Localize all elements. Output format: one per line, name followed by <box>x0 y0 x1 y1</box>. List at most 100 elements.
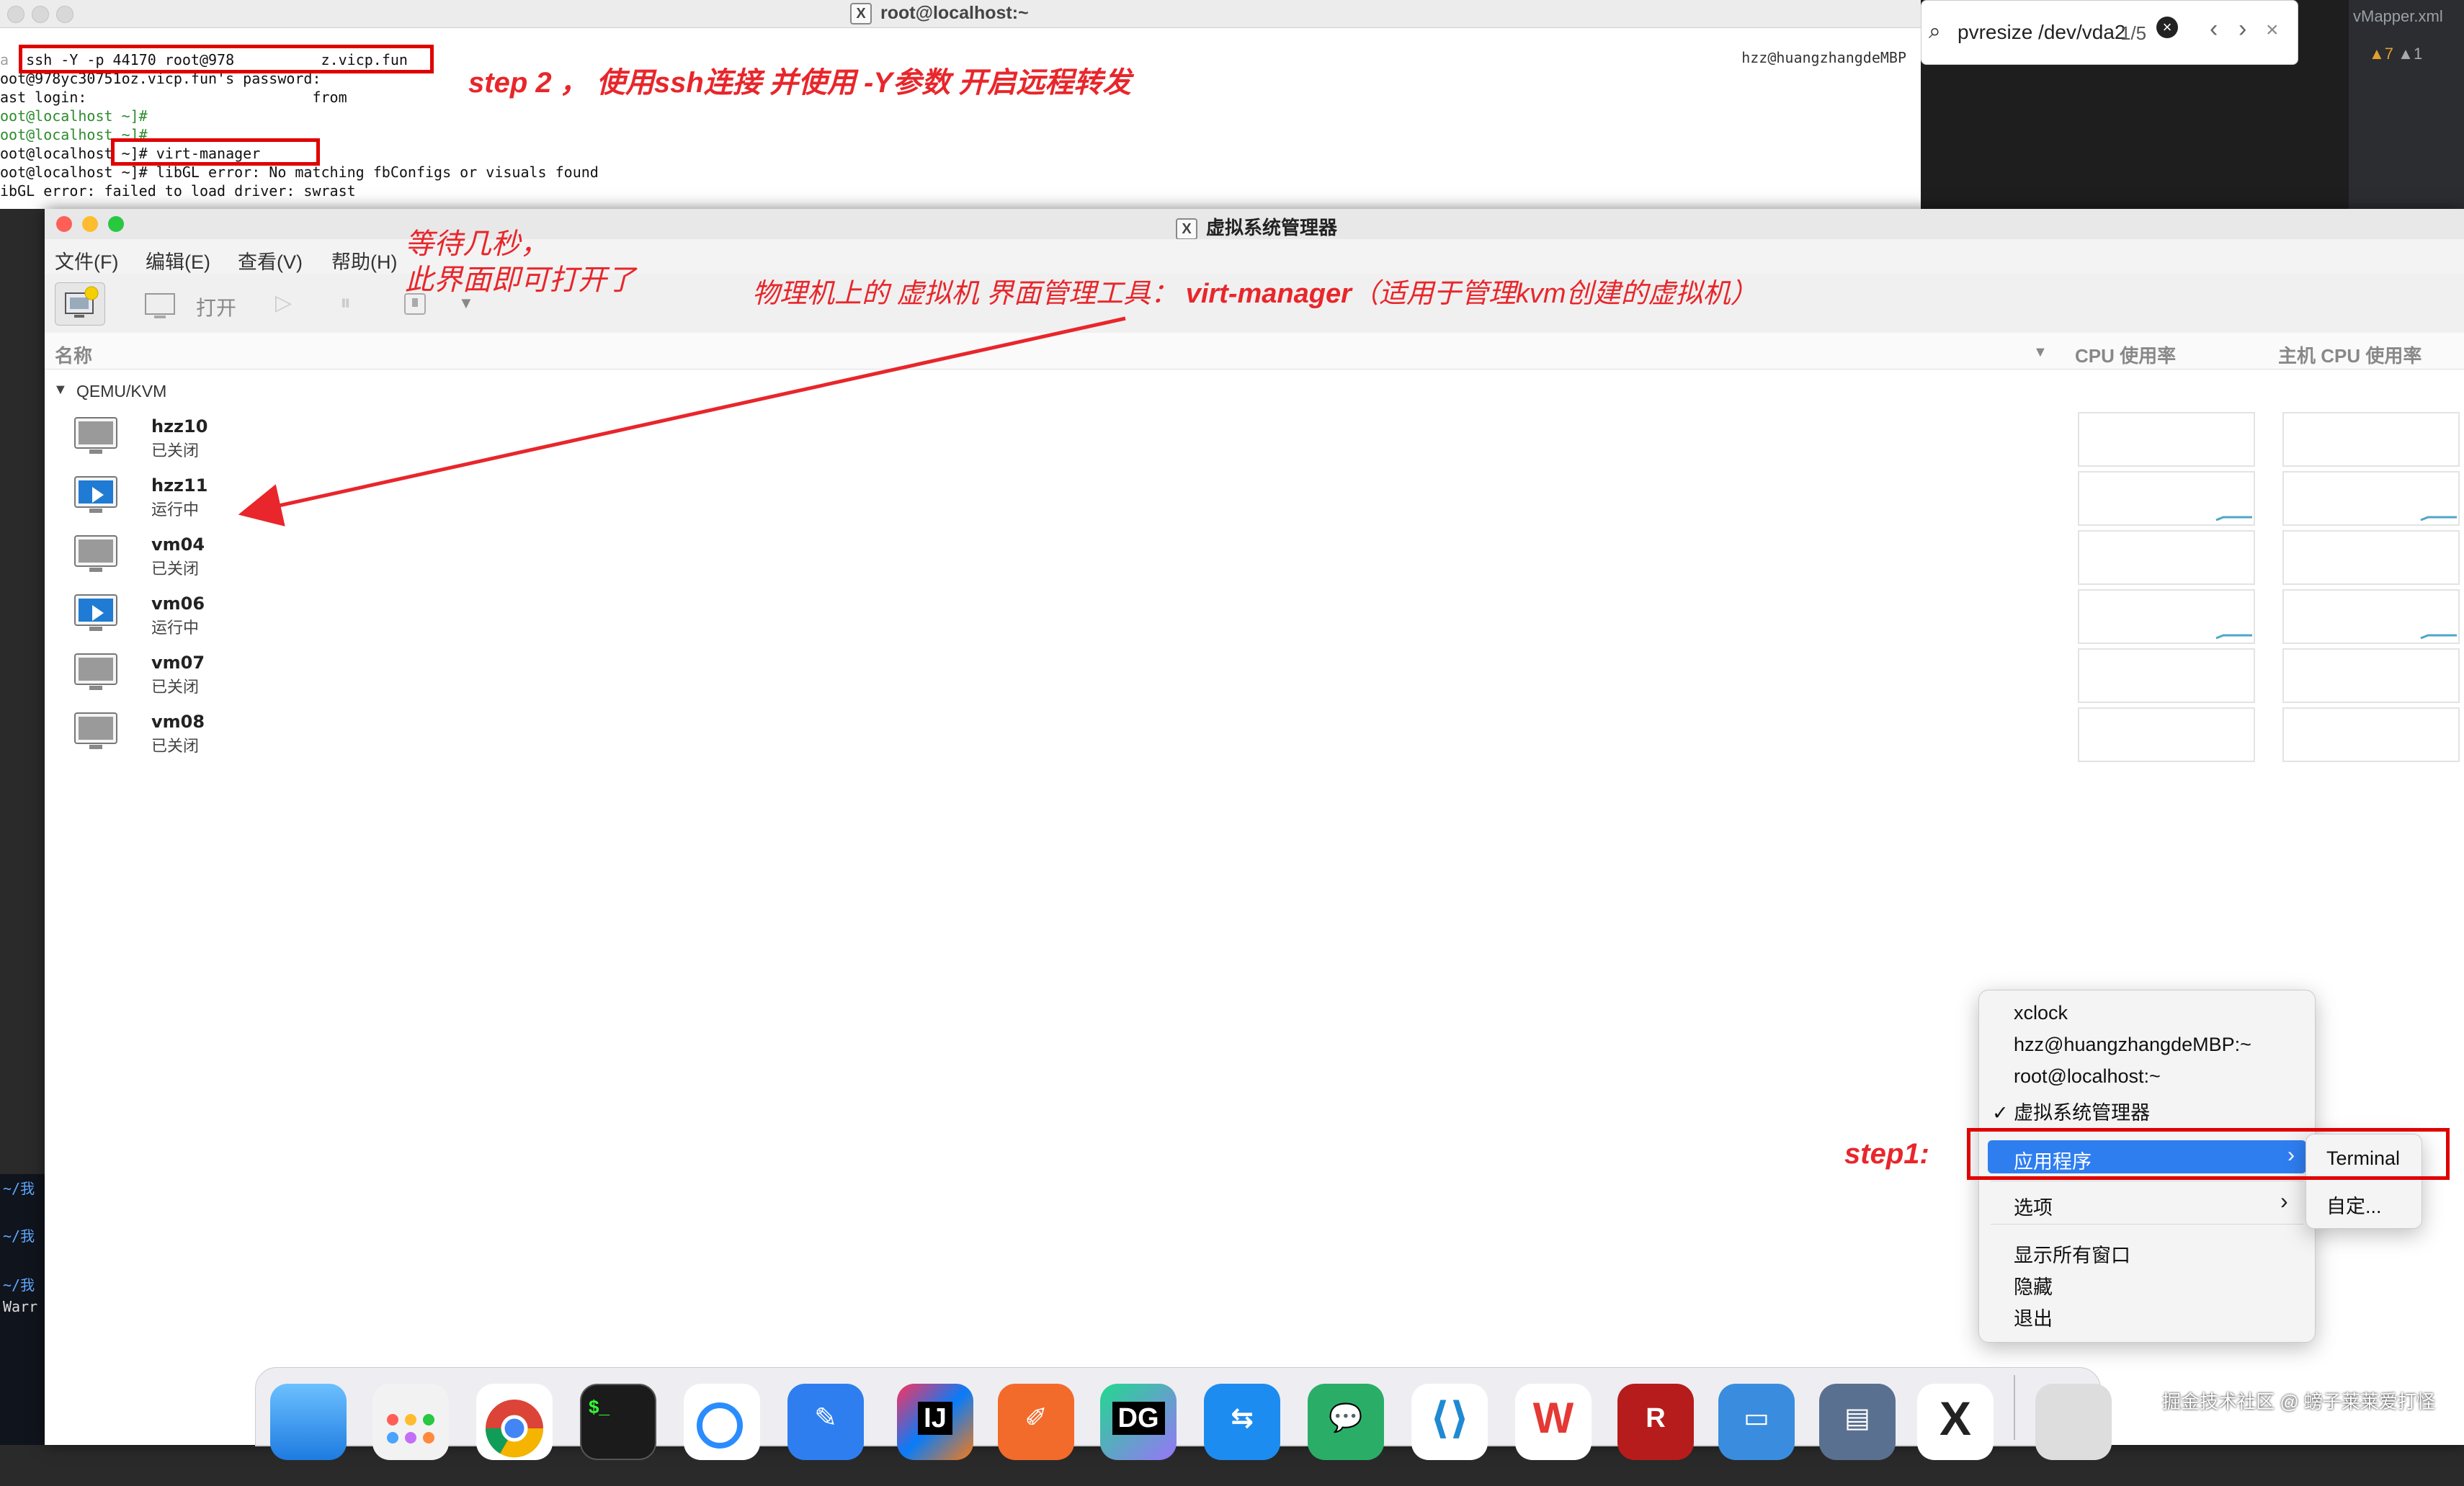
new-vm-button[interactable] <box>55 282 105 326</box>
search-icon: ⌕ <box>1929 19 1941 43</box>
menu-separator <box>1991 1224 2303 1225</box>
next-match-icon[interactable]: › <box>2238 15 2246 43</box>
menu-edit[interactable]: 编辑(E) <box>146 246 210 274</box>
datagrip-icon[interactable]: DG <box>1100 1384 1177 1460</box>
notes-app-icon[interactable]: ✎ <box>787 1384 864 1460</box>
terminal-app-icon[interactable]: $_ <box>580 1384 656 1460</box>
monitor-icon <box>145 293 175 318</box>
watermark: 掘金技术社区 @ 螃子莱莱爱打怪 <box>2162 1391 2435 1413</box>
find-bar[interactable]: ⌕ pvresize /dev/vda2 1/5 × ‹ › × <box>1921 0 2298 65</box>
host-cpu-usage-graph <box>2282 589 2460 644</box>
menu-help[interactable]: 帮助(H) <box>331 246 397 274</box>
vm-name: vm06 <box>151 594 205 614</box>
cpu-usage-graph <box>2078 471 2255 526</box>
document-icon[interactable] <box>2035 1384 2112 1460</box>
chrome-icon[interactable] <box>476 1384 553 1460</box>
xquartz-icon[interactable]: X <box>1917 1384 1994 1460</box>
vm-state: 运行中 <box>151 501 200 519</box>
redis-desktop-icon[interactable]: R <box>1617 1384 1694 1460</box>
vm-name: vm04 <box>151 534 205 555</box>
column-cpu[interactable]: CPU 使用率 <box>2075 341 2176 368</box>
cpu-usage-graph <box>2078 648 2255 703</box>
window-title: X 虚拟系统管理器 <box>1176 213 1337 241</box>
vm-running-icon <box>73 594 118 631</box>
screen-sharing-icon[interactable]: ▭ <box>1718 1384 1795 1460</box>
wait-annotation-line2: 此界面即可打开了 <box>405 264 635 296</box>
vm-name: hzz10 <box>151 416 208 437</box>
column-host-cpu[interactable]: 主机 CPU 使用率 <box>2278 341 2421 368</box>
launchpad-icon[interactable] <box>372 1384 449 1460</box>
editor-panel: vMapper.xml ▲7 ▲1 <box>2349 0 2464 209</box>
editor-tab[interactable]: vMapper.xml <box>2353 7 2443 26</box>
checkmark-icon: ✓ <box>1992 1102 2014 1124</box>
wps-icon[interactable]: W <box>1515 1384 1592 1460</box>
zoom-window-icon[interactable] <box>108 216 124 232</box>
column-name[interactable]: 名称 <box>55 341 92 368</box>
grid-icon <box>387 1414 434 1444</box>
cpu-usage-graph <box>2078 707 2255 762</box>
menu-item-customize[interactable]: 自定... <box>2326 1191 2382 1219</box>
vm-state: 运行中 <box>151 619 200 637</box>
postman-icon[interactable]: ✐ <box>998 1384 1074 1460</box>
chat-bubble-icon <box>697 1402 743 1449</box>
x11-icon: X <box>850 3 872 25</box>
menu-item-terminal-window[interactable]: hzz@huangzhangdeMBP:~ <box>2014 1034 2251 1056</box>
close-window-icon[interactable] <box>56 216 72 232</box>
vm-state: 已关闭 <box>151 560 200 578</box>
menu-file[interactable]: 文件(F) <box>55 246 118 274</box>
connection-label[interactable]: QEMU/KVM <box>76 382 166 401</box>
intellij-icon[interactable]: IJ <box>897 1384 973 1460</box>
transfer-app-icon[interactable]: ⇆ <box>1204 1384 1280 1460</box>
vm-name: vm07 <box>151 653 205 673</box>
column-header: 名称 ▼ CPU 使用率 主机 CPU 使用率 <box>45 333 2464 370</box>
storage-app-icon[interactable]: ▤ <box>1819 1384 1896 1460</box>
menu-item-show-all[interactable]: 显示所有窗口 <box>2014 1240 2130 1268</box>
zoom-dot-icon[interactable] <box>56 6 73 23</box>
cpu-usage-graph <box>2078 412 2255 467</box>
finder-icon[interactable] <box>270 1384 347 1460</box>
host-cpu-usage-graph <box>2282 530 2460 585</box>
previous-match-icon[interactable]: ‹ <box>2210 15 2218 43</box>
step2-annotation: step 2 ， 使用ssh连接 并使用 -Y参数 开启远程转发 <box>468 67 1132 99</box>
vscode-icon[interactable]: ⟨⟩ <box>1411 1384 1488 1460</box>
menu-item-root-window[interactable]: root@localhost:~ <box>2014 1065 2161 1088</box>
close-icon[interactable]: × <box>2266 18 2279 42</box>
expander-icon[interactable]: ▼ <box>53 382 68 398</box>
x11-icon: X <box>1176 218 1197 241</box>
host-cpu-usage-graph <box>2282 707 2460 762</box>
strip-line: ~/我 <box>3 1180 35 1197</box>
applications-highlight <box>1967 1128 2450 1180</box>
vm-stopped-icon <box>73 416 118 454</box>
cpu-usage-graph <box>2078 589 2255 644</box>
wechat-icon[interactable]: 💬 <box>1308 1384 1384 1460</box>
vm-stopped-icon <box>73 534 118 572</box>
find-input[interactable]: pvresize /dev/vda2 <box>1958 21 2125 44</box>
minimize-window-icon[interactable] <box>82 216 98 232</box>
sort-chevron-icon[interactable]: ▼ <box>2033 344 2048 361</box>
terminal-window: Xroot@localhost:~ a ssh -Y -p 44170 root… <box>0 0 1921 209</box>
pause-icon[interactable]: ⏸ <box>340 282 369 324</box>
vm-running-icon <box>73 475 118 513</box>
chrome-logo-icon <box>485 1400 544 1458</box>
vm-name: hzz11 <box>151 475 208 496</box>
warning-badge[interactable]: ▲7 ▲1 <box>2369 45 2422 63</box>
menu-item-virt-manager[interactable]: ✓ 虚拟系统管理器 <box>1992 1097 2150 1125</box>
minimize-dot-icon[interactable] <box>32 6 49 23</box>
vm-name: vm08 <box>151 712 205 732</box>
menu-item-xclock[interactable]: xclock <box>2014 1002 2068 1024</box>
step1-annotation: step1: <box>1844 1138 1929 1170</box>
terminal-line: oot@localhost ~]# <box>0 107 148 125</box>
close-dot-icon[interactable] <box>7 6 24 23</box>
run-icon[interactable]: ▷ <box>275 282 304 324</box>
menu-item-hide[interactable]: 隐藏 <box>2014 1271 2053 1299</box>
menu-item-options[interactable]: 选项 <box>2014 1192 2053 1220</box>
datagrip-label: DG <box>1112 1402 1165 1435</box>
menu-item-quit[interactable]: 退出 <box>2014 1303 2053 1331</box>
terminal-title: Xroot@localhost:~ <box>850 3 1029 25</box>
strip-line: ~/我 <box>3 1276 35 1294</box>
cpu-usage-graph <box>2078 530 2255 585</box>
menu-view[interactable]: 查看(V) <box>238 246 303 274</box>
chat-app-icon[interactable] <box>684 1384 760 1460</box>
clear-icon[interactable]: × <box>2156 17 2178 38</box>
open-button[interactable] <box>140 282 183 324</box>
